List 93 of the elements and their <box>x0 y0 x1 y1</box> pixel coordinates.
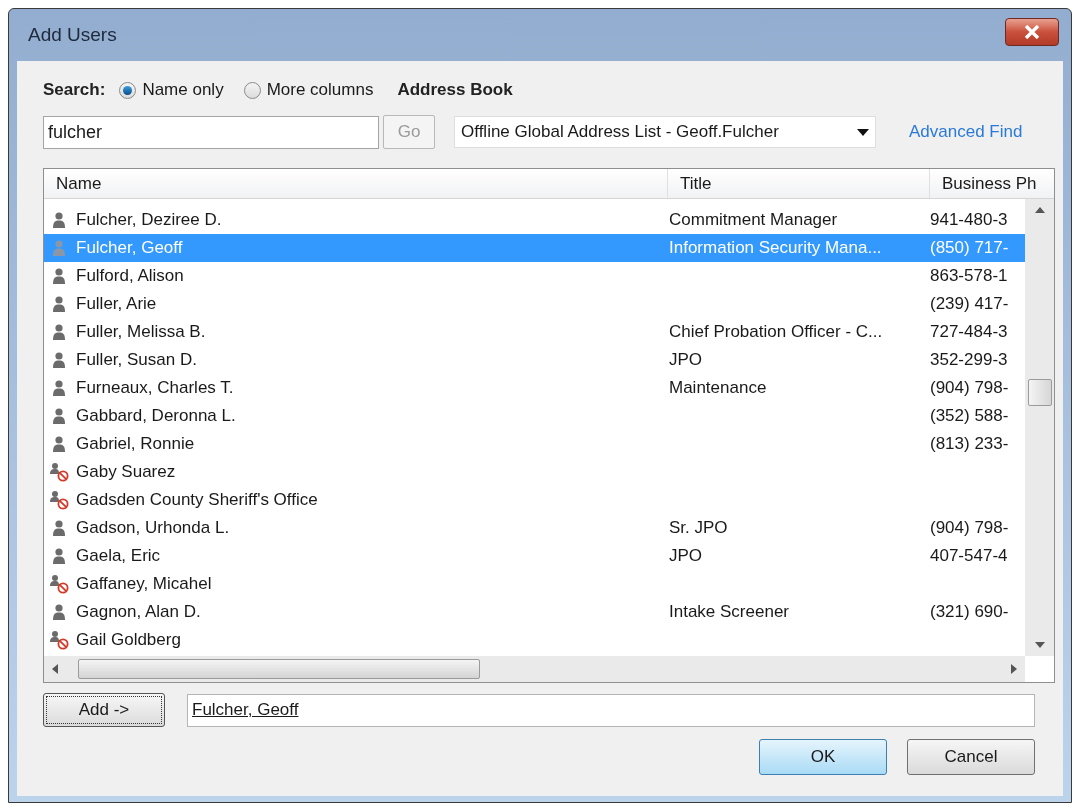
contact-row[interactable]: Gabbard, Deronna L. (352) 588- <box>44 402 1025 430</box>
window-title: Add Users <box>28 22 117 47</box>
blocked-person-icon <box>49 630 69 650</box>
phone-cell: 863-578-1 <box>930 266 1008 286</box>
name-cell-text: Gail Goldberg <box>76 629 181 652</box>
caret-icon <box>857 128 869 136</box>
name-cell-text: Fuller, Melissa B. <box>76 321 206 344</box>
person-icon <box>51 407 67 425</box>
close-button[interactable] <box>1005 18 1059 46</box>
radio-option[interactable]: Name only <box>119 77 224 103</box>
name-cell-text: Gagnon, Alan D. <box>76 601 201 624</box>
name-cell-text: Furneaux, Charles T. <box>76 377 234 400</box>
name-cell-text: Gabbard, Deronna L. <box>76 405 236 428</box>
search-field[interactable]: fulcher <box>43 115 379 149</box>
scroll-up-icon <box>1034 207 1045 213</box>
person-icon <box>51 323 67 341</box>
title-cell: Sr. JPO <box>669 518 728 538</box>
contact-row[interactable]: Gail Goldberg <box>44 626 1025 654</box>
recipients-field[interactable]: Fulcher, Geoff <box>187 693 1035 727</box>
close-icon <box>1024 25 1040 39</box>
column-header[interactable]: Name <box>44 169 668 198</box>
phone-cell: (352) 588- <box>930 406 1009 426</box>
person-icon <box>51 351 67 369</box>
phone-cell: 407-547-4 <box>930 546 1008 566</box>
person-icon <box>51 435 67 453</box>
name-cell-text: Gadsden County Sheriff's Office <box>76 489 318 512</box>
person-icon <box>51 603 67 621</box>
contact-row[interactable]: Fuller, Arie (239) 417- <box>44 290 1025 318</box>
person-icon <box>51 267 67 285</box>
title-cell: JPO <box>669 546 703 566</box>
phone-cell: (239) 417- <box>930 294 1009 314</box>
title-cell: Information Security Mana... <box>669 238 882 258</box>
title-cell: Intake Screener <box>669 602 789 622</box>
blocked-person-icon <box>49 490 69 510</box>
contact-row[interactable]: Furneaux, Charles T. Maintenance (904) 798- <box>44 374 1025 402</box>
blocked-person-icon <box>49 574 69 594</box>
scroll-down-icon <box>1034 642 1045 648</box>
person-icon <box>51 239 67 257</box>
phone-cell: (904) 798- <box>930 518 1009 538</box>
contact-row[interactable]: Gabriel, Ronnie (813) 233- <box>44 430 1025 458</box>
contact-row[interactable]: Gadsden County Sheriff's Office <box>44 486 1025 514</box>
name-cell-text: Fulcher, Deziree D. <box>76 209 222 232</box>
person-icon <box>51 547 67 565</box>
contact-row[interactable]: Gaffaney, Micahel <box>44 570 1025 598</box>
add-button[interactable]: Add -> <box>43 693 165 727</box>
column-header[interactable]: Title <box>668 169 930 198</box>
phone-cell: (813) 233- <box>930 434 1009 454</box>
scroll-left-icon <box>52 664 58 674</box>
name-cell-text: Fulford, Alison <box>76 265 184 288</box>
scroll-thumb[interactable] <box>78 659 480 679</box>
phone-cell: (904) 798- <box>930 378 1009 398</box>
name-cell-text: Gabriel, Ronnie <box>76 433 195 456</box>
title-cell: Commitment Manager <box>669 210 838 230</box>
contact-row[interactable]: Gaela, Eric JPO 407-547-4 <box>44 542 1025 570</box>
title-cell: Maintenance <box>669 378 767 398</box>
phone-cell: (850) 717- <box>930 238 1009 258</box>
name-cell-text: Fulcher, Geoff <box>76 237 183 260</box>
name-cell-text: Gadson, Urhonda L. <box>76 517 230 540</box>
ok-button[interactable]: OK <box>759 739 887 775</box>
title-cell: Chief Probation Officer - C... <box>669 322 883 342</box>
contact-row[interactable]: Fulford, Alison 863-578-1 <box>44 262 1025 290</box>
name-cell-text: Gaby Suarez <box>76 461 176 484</box>
contact-row[interactable]: Gagnon, Alan D. Intake Screener (321) 690- <box>44 598 1025 626</box>
scroll-thumb[interactable] <box>1028 379 1052 406</box>
name-cell-text: Fuller, Susan D. <box>76 349 197 372</box>
name-cell-text: Gaffaney, Micahel <box>76 573 212 596</box>
address-book-dropdown[interactable]: Offline Global Address List - Geoff.Fulcher <box>454 116 876 148</box>
name-cell-text: Gaela, Eric <box>76 545 161 568</box>
address-book-label: Address Book <box>397 79 513 102</box>
person-icon <box>51 295 67 313</box>
contact-row[interactable]: Fuller, Susan D. JPO 352-299-3 <box>44 346 1025 374</box>
scroll-right-icon <box>1011 664 1017 674</box>
person-icon <box>51 379 67 397</box>
vertical-scrollbar[interactable] <box>1025 199 1054 656</box>
contact-row[interactable]: Gaby Suarez <box>44 458 1025 486</box>
advanced-find-link[interactable]: Advanced Find <box>909 119 1023 145</box>
phone-cell: 941-480-3 <box>930 210 1008 230</box>
name-cell-text: Fuller, Arie <box>76 293 157 316</box>
contact-row[interactable]: Gadson, Urhonda L. Sr. JPO (904) 798- <box>44 514 1025 542</box>
contact-row[interactable]: Fuller, Melissa B. Chief Probation Officer - C... 727-484-3 <box>44 318 1025 346</box>
phone-cell: (321) 690- <box>930 602 1009 622</box>
cancel-button[interactable]: Cancel <box>907 739 1035 775</box>
column-header[interactable]: Business Ph <box>930 169 1054 198</box>
person-icon <box>51 211 67 229</box>
search-label: Search: <box>43 79 106 102</box>
blocked-person-icon <box>49 462 69 482</box>
contact-row[interactable]: Fulcher, Deziree D. Commitment Manager 941-480-3 <box>44 206 1025 234</box>
radio-option[interactable]: More columns <box>243 77 374 103</box>
phone-cell: 727-484-3 <box>930 322 1008 342</box>
phone-cell: 352-299-3 <box>930 350 1008 370</box>
title-cell: JPO <box>669 350 703 370</box>
horizontal-scrollbar[interactable] <box>44 656 1025 682</box>
person-icon <box>51 519 67 537</box>
